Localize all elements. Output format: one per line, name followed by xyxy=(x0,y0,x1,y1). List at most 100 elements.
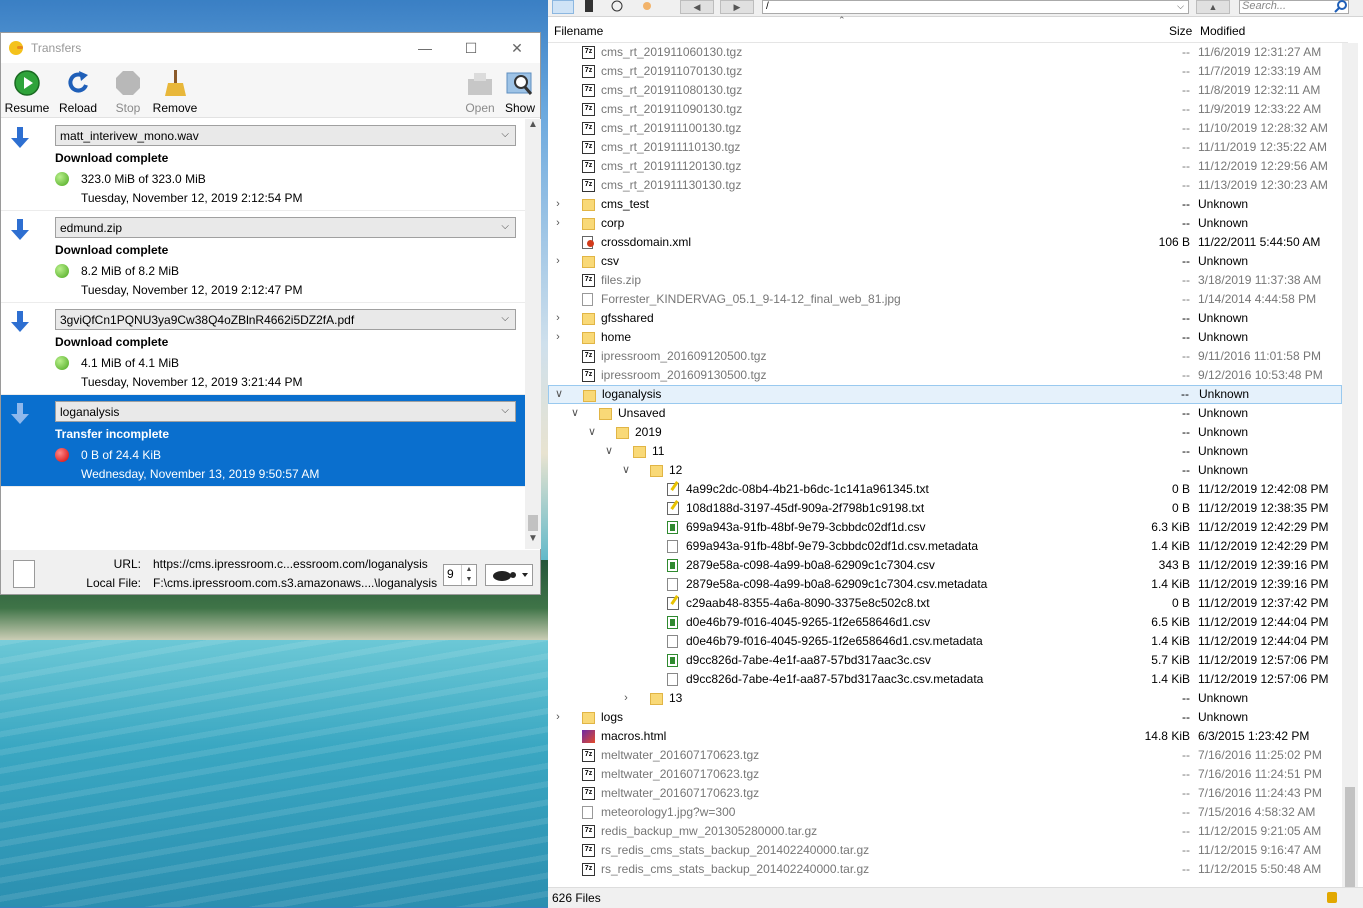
file-row[interactable]: cms_rt_201911060130.tgz -- 11/6/2019 12:31… xyxy=(548,43,1342,62)
file-row[interactable]: c29aab48-8355-4a6a-8090-3375e8c502c8.txt… xyxy=(548,594,1342,613)
transfer-file-select[interactable]: 3gviQfCn1PQNU3ya9Cw38Q4oZBlnR4662i5DZ2fA… xyxy=(55,309,516,330)
transfer-file-select[interactable]: matt_interivew_mono.wav ⌵ xyxy=(55,125,516,146)
transfers-toolbar: Resume Reload Stop Remove Open Show xyxy=(1,63,540,118)
file-row[interactable]: ∨ Unsaved -- Unknown xyxy=(548,404,1342,423)
expand-chevron-icon[interactable]: › xyxy=(552,708,564,727)
file-row[interactable]: cms_rt_201911110130.tgz -- 11/11/2019 12:3… xyxy=(548,138,1342,157)
modified-column-header[interactable]: Modified xyxy=(1200,24,1245,38)
file-row[interactable]: crossdomain.xml 106 B 11/22/2011 5:44:50 A… xyxy=(548,233,1342,252)
collapse-chevron-icon[interactable]: ∨ xyxy=(586,423,598,442)
file-row[interactable]: › corp -- Unknown xyxy=(548,214,1342,233)
expand-chevron-icon[interactable]: › xyxy=(620,689,632,708)
file-row[interactable]: macros.html 14.8 KiB 6/3/2015 1:23:42 PM xyxy=(548,727,1342,746)
file-row[interactable]: d9cc826d-7abe-4e1f-aa87-57bd317aac3c.csv… xyxy=(548,651,1342,670)
file-row[interactable]: ipressroom_201609130500.tgz -- 9/12/2016 1… xyxy=(548,366,1342,385)
file-row[interactable]: cms_rt_201911080130.tgz -- 11/8/2019 12:32… xyxy=(548,81,1342,100)
file-row[interactable]: › csv -- Unknown xyxy=(548,252,1342,271)
file-row[interactable]: redis_backup_mw_201305280000.tar.gz -- 11/… xyxy=(548,822,1342,841)
show-button[interactable]: Show xyxy=(500,63,540,117)
collapse-chevron-icon[interactable]: ∨ xyxy=(603,442,615,461)
bandwidth-select[interactable] xyxy=(485,564,533,586)
back-button[interactable]: ◀ xyxy=(680,0,714,14)
file-row[interactable]: cms_rt_201911130130.tgz -- 11/13/2019 12:3… xyxy=(548,176,1342,195)
expand-chevron-icon[interactable]: › xyxy=(552,309,564,328)
file-row[interactable]: rs_redis_cms_stats_backup_201402240000.t… xyxy=(548,860,1342,879)
download-arrow-icon xyxy=(11,311,29,332)
file-row[interactable]: › logs -- Unknown xyxy=(548,708,1342,727)
transfer-item-selected[interactable]: loganalysis ⌵ Transfer incomplete 0 B of … xyxy=(1,395,525,487)
filename-column-header[interactable]: Filename xyxy=(554,24,603,38)
file-row[interactable]: 2879e58a-c098-4a99-b0a8-62909c1c7304.csv… xyxy=(548,556,1342,575)
tree-view-icon[interactable] xyxy=(552,0,574,14)
file-row[interactable]: 108d188d-3197-45df-909a-2f798b1c9198.txt… xyxy=(548,499,1342,518)
scroll-up-icon[interactable]: ▲ xyxy=(525,119,541,135)
expand-chevron-icon[interactable]: › xyxy=(552,195,564,214)
transfer-file-select[interactable]: edmund.zip ⌵ xyxy=(55,217,516,238)
path-select[interactable]: / ⌵ xyxy=(762,0,1189,14)
status-green-icon xyxy=(55,172,69,186)
search-icon[interactable] xyxy=(1334,0,1356,14)
bonjour-icon[interactable] xyxy=(640,0,662,14)
resume-button[interactable]: Resume xyxy=(1,63,53,117)
scroll-down-icon[interactable]: ▼ xyxy=(525,533,541,549)
file-row[interactable]: meltwater_201607170623.tgz -- 7/16/2016 11… xyxy=(548,746,1342,765)
file-row[interactable]: meltwater_201607170623.tgz -- 7/16/2016 11… xyxy=(548,784,1342,803)
close-button[interactable]: ✕ xyxy=(494,40,540,57)
expand-chevron-icon[interactable]: › xyxy=(552,328,564,347)
collapse-chevron-icon[interactable]: ∨ xyxy=(569,404,581,423)
file-row[interactable]: cms_rt_201911100130.tgz -- 11/10/2019 12:2… xyxy=(548,119,1342,138)
file-row[interactable]: files.zip -- 3/18/2019 11:37:38 AM xyxy=(548,271,1342,290)
stop-button[interactable]: Stop xyxy=(103,63,153,117)
transfer-item[interactable]: matt_interivew_mono.wav ⌵ Download comple… xyxy=(1,119,525,211)
file-row[interactable]: meteorology1.jpg?w=300 -- 7/15/2016 4:58:3… xyxy=(548,803,1342,822)
file-row[interactable]: ∨ 12 -- Unknown xyxy=(548,461,1342,480)
transfers-scrollbar[interactable]: ▲ ▼ xyxy=(525,119,541,549)
remove-button[interactable]: Remove xyxy=(153,63,197,117)
transfer-file-select[interactable]: loganalysis ⌵ xyxy=(55,401,516,422)
collapse-chevron-icon[interactable]: ∨ xyxy=(620,461,632,480)
file-row[interactable]: ipressroom_201609120500.tgz -- 9/11/2016 1… xyxy=(548,347,1342,366)
file-row[interactable]: d0e46b79-f016-4045-9265-1f2e658646d1.csv… xyxy=(548,632,1342,651)
reload-button[interactable]: Reload xyxy=(53,63,103,117)
file-row[interactable]: Forrester_KINDERVAG_05.1_9-14-12_final_w… xyxy=(548,290,1342,309)
file-row-selected[interactable]: ∨ loganalysis -- Unknown xyxy=(548,385,1342,404)
transfer-item[interactable]: edmund.zip ⌵ Download complete 8.2 MiB of… xyxy=(1,211,525,303)
transfer-item[interactable]: 3gviQfCn1PQNU3ya9Cw38Q4oZBlnR4662i5DZ2fA… xyxy=(1,303,525,395)
browser-scrollbar[interactable] xyxy=(1342,43,1358,891)
collapse-chevron-icon[interactable]: ∨ xyxy=(553,386,565,403)
bookmark-icon[interactable] xyxy=(582,0,604,14)
file-row[interactable]: › gfsshared -- Unknown xyxy=(548,309,1342,328)
connections-stepper[interactable]: 9 ▲ ▼ xyxy=(443,564,477,586)
history-icon[interactable] xyxy=(610,0,632,14)
file-row[interactable]: d0e46b79-f016-4045-9265-1f2e658646d1.csv… xyxy=(548,613,1342,632)
file-row[interactable]: 699a943a-91fb-48bf-9e79-3cbbdc02df1d.csv… xyxy=(548,537,1342,556)
stepper-arrows-icon[interactable]: ▲ ▼ xyxy=(461,565,476,585)
file-row[interactable]: cms_rt_201911120130.tgz -- 11/12/2019 12:2… xyxy=(548,157,1342,176)
file-row[interactable]: › cms_test -- Unknown xyxy=(548,195,1342,214)
file-row[interactable]: › 13 -- Unknown xyxy=(548,689,1342,708)
file-row[interactable]: d9cc826d-7abe-4e1f-aa87-57bd317aac3c.csv… xyxy=(548,670,1342,689)
minimize-button[interactable]: — xyxy=(402,40,448,57)
file-row[interactable]: 2879e58a-c098-4a99-b0a8-62909c1c7304.csv… xyxy=(548,575,1342,594)
open-button[interactable]: Open xyxy=(460,63,500,117)
file-modified: Unknown xyxy=(1198,254,1249,268)
scroll-thumb[interactable] xyxy=(1345,787,1355,891)
file-row[interactable]: cms_rt_201911070130.tgz -- 11/7/2019 12:33… xyxy=(548,62,1342,81)
file-row[interactable]: meltwater_201607170623.tgz -- 7/16/2016 11… xyxy=(548,765,1342,784)
search-input[interactable]: Search... xyxy=(1239,0,1349,14)
expand-chevron-icon[interactable]: › xyxy=(552,214,564,233)
file-row[interactable]: ∨ 11 -- Unknown xyxy=(548,442,1342,461)
expand-chevron-icon[interactable]: › xyxy=(552,252,564,271)
file-row[interactable]: 4a99c2dc-08b4-4b21-b6dc-1c141a961345.txt… xyxy=(548,480,1342,499)
file-row[interactable]: › home -- Unknown xyxy=(548,328,1342,347)
forward-button[interactable]: ▶ xyxy=(720,0,754,14)
file-row[interactable]: 699a943a-91fb-48bf-9e79-3cbbdc02df1d.csv… xyxy=(548,518,1342,537)
file-size: -- xyxy=(1182,368,1190,382)
scroll-thumb[interactable] xyxy=(528,515,538,531)
file-row[interactable]: ∨ 2019 -- Unknown xyxy=(548,423,1342,442)
file-row[interactable]: rs_redis_cms_stats_backup_201402240000.t… xyxy=(548,841,1342,860)
maximize-button[interactable]: ☐ xyxy=(448,40,494,57)
size-column-header[interactable]: Size xyxy=(1169,24,1192,38)
parent-folder-button[interactable]: ▲ xyxy=(1196,0,1230,14)
file-row[interactable]: cms_rt_201911090130.tgz -- 11/9/2019 12:33… xyxy=(548,100,1342,119)
